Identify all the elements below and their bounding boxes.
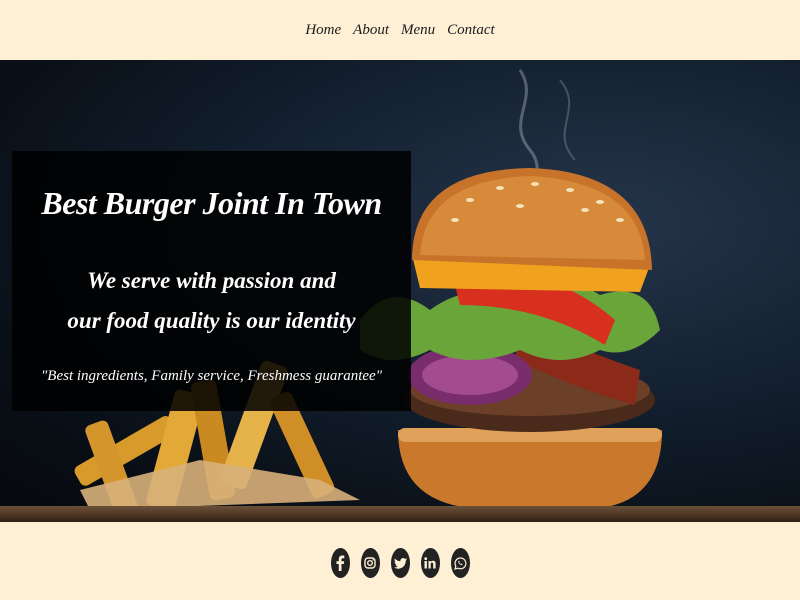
social-links [0,548,800,578]
hero-title: Best Burger Joint In Town [41,185,382,221]
linkedin-icon[interactable] [420,548,440,578]
twitter-icon[interactable] [390,548,410,578]
instagram-icon[interactable] [360,548,380,578]
footer [0,522,800,600]
wooden-board [0,506,800,522]
main-nav: Home About Menu Contact [0,0,800,60]
hero-section: Best Burger Joint In Town We serve with … [0,60,800,522]
facebook-icon[interactable] [330,548,350,578]
nav-contact-link[interactable]: Contact [447,22,495,39]
whatsapp-icon[interactable] [450,548,470,578]
hero-tagline-line-2: our food quality is our identity [67,308,356,333]
nav-home-link[interactable]: Home [305,22,341,39]
hero-tagline-line-1: We serve with passion and [87,268,336,293]
nav-about-link[interactable]: About [353,22,389,39]
nav-menu-link[interactable]: Menu [401,22,435,39]
hero-tagline: We serve with passion and our food quali… [12,261,411,341]
hero-quote: "Best ingredients, Family service, Fresh… [41,368,382,384]
hero-text-panel: Best Burger Joint In Town We serve with … [12,151,411,411]
